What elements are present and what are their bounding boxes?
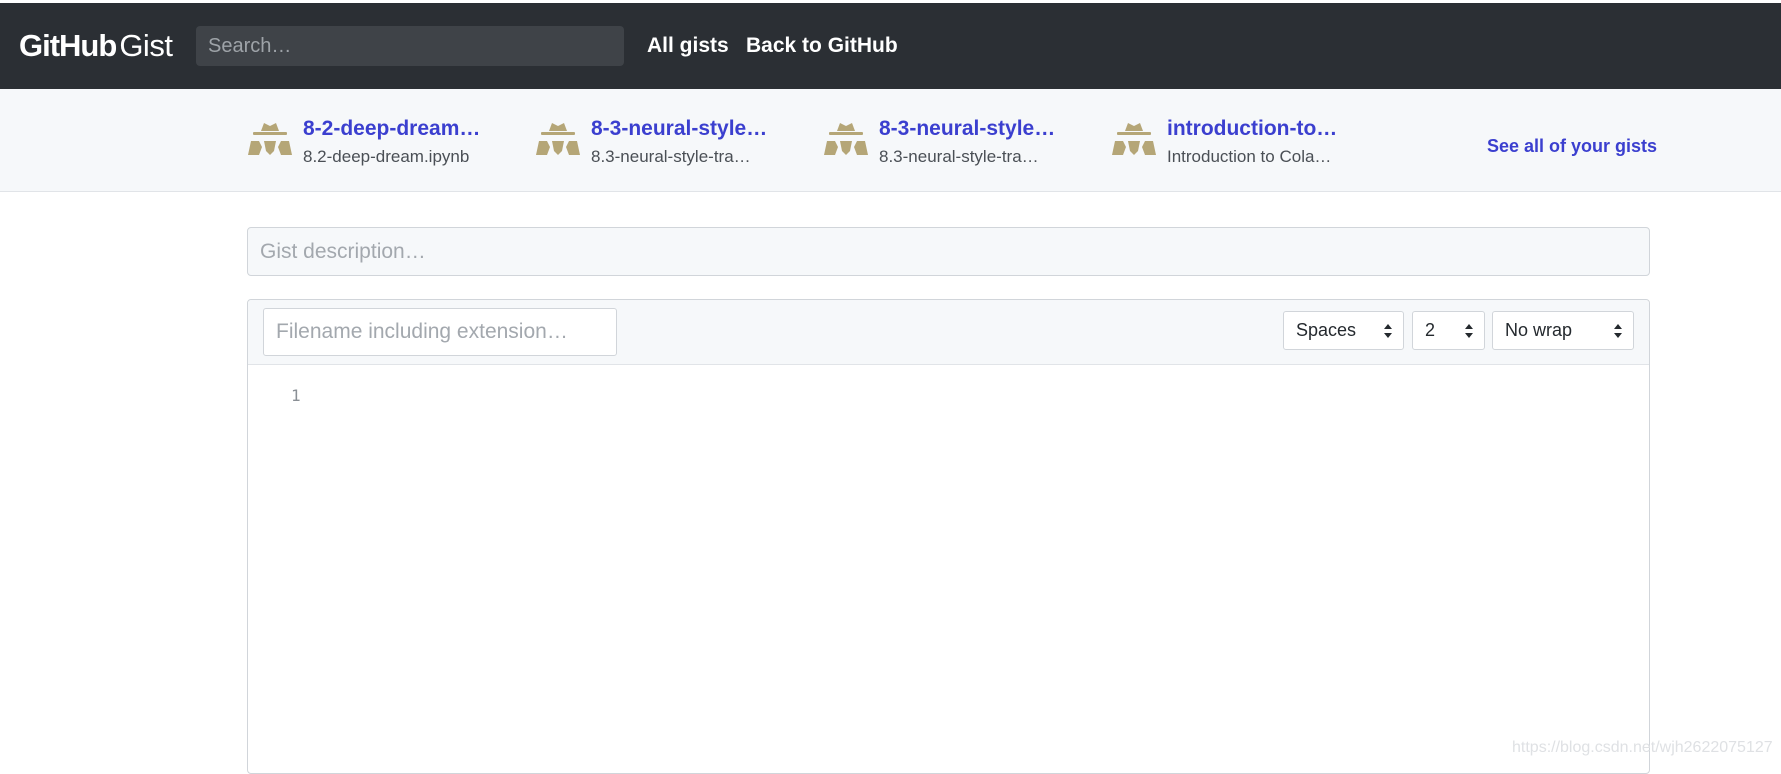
select-caret-icon <box>1614 324 1622 338</box>
indent-size-value: 2 <box>1425 320 1436 340</box>
recent-gist-card[interactable]: 8-3-neural-style… 8.3-neural-style-tra… <box>823 117 1073 167</box>
editor-toolbar: Spaces 2 No wrap <box>248 300 1649 365</box>
code-editor-area[interactable] <box>318 380 1628 760</box>
watermark-text: https://blog.csdn.net/wjh2622075127 <box>1512 739 1773 756</box>
spy-avatar-icon <box>824 123 868 155</box>
gist-title-link[interactable]: 8-3-neural-style… <box>879 117 1069 141</box>
spy-avatar-icon <box>536 123 580 155</box>
wrap-mode-select[interactable]: No wrap <box>1492 311 1634 350</box>
recent-gists-strip: 8-2-deep-dream… 8.2-deep-dream.ipynb 8-3… <box>0 89 1781 192</box>
spy-avatar-icon <box>1112 123 1156 155</box>
recent-gist-card[interactable]: introduction-to… Introduction to Cola… <box>1111 117 1361 167</box>
logo-gist-text: Gist <box>119 28 173 63</box>
nav-all-gists-link[interactable]: All gists <box>647 34 729 58</box>
spy-avatar-icon <box>248 123 292 155</box>
github-gist-logo[interactable]: GitHub Gist <box>19 28 173 68</box>
recent-gist-card[interactable]: 8-3-neural-style… 8.3-neural-style-tra… <box>535 117 785 167</box>
gist-filename: Introduction to Cola… <box>1167 147 1332 166</box>
filename-input[interactable] <box>263 308 617 356</box>
gist-filename: 8.2-deep-dream.ipynb <box>303 147 470 166</box>
recent-gist-card[interactable]: 8-2-deep-dream… 8.2-deep-dream.ipynb <box>247 117 497 167</box>
select-caret-icon <box>1465 324 1473 338</box>
indent-mode-value: Spaces <box>1296 320 1357 340</box>
file-editor: Spaces 2 No wrap 1 <box>247 299 1650 774</box>
line-number: 1 <box>291 386 301 405</box>
indent-mode-select[interactable]: Spaces <box>1283 311 1404 350</box>
logo-github-text: GitHub <box>19 28 117 63</box>
gist-description-input[interactable] <box>247 227 1650 276</box>
gist-title-link[interactable]: 8-2-deep-dream… <box>303 117 493 141</box>
nav-back-to-github-link[interactable]: Back to GitHub <box>746 34 898 58</box>
wrap-mode-value: No wrap <box>1505 320 1573 340</box>
gist-filename: 8.3-neural-style-tra… <box>591 147 751 166</box>
indent-size-select[interactable]: 2 <box>1412 311 1485 350</box>
gist-title-link[interactable]: introduction-to… <box>1167 117 1357 141</box>
gist-title-link[interactable]: 8-3-neural-style… <box>591 117 781 141</box>
app-header: GitHub Gist All gists Back to GitHub <box>0 3 1781 89</box>
search-input[interactable] <box>196 26 624 66</box>
select-caret-icon <box>1384 324 1392 338</box>
gist-filename: 8.3-neural-style-tra… <box>879 147 1039 166</box>
see-all-gists-link[interactable]: See all of your gists <box>1487 136 1657 157</box>
